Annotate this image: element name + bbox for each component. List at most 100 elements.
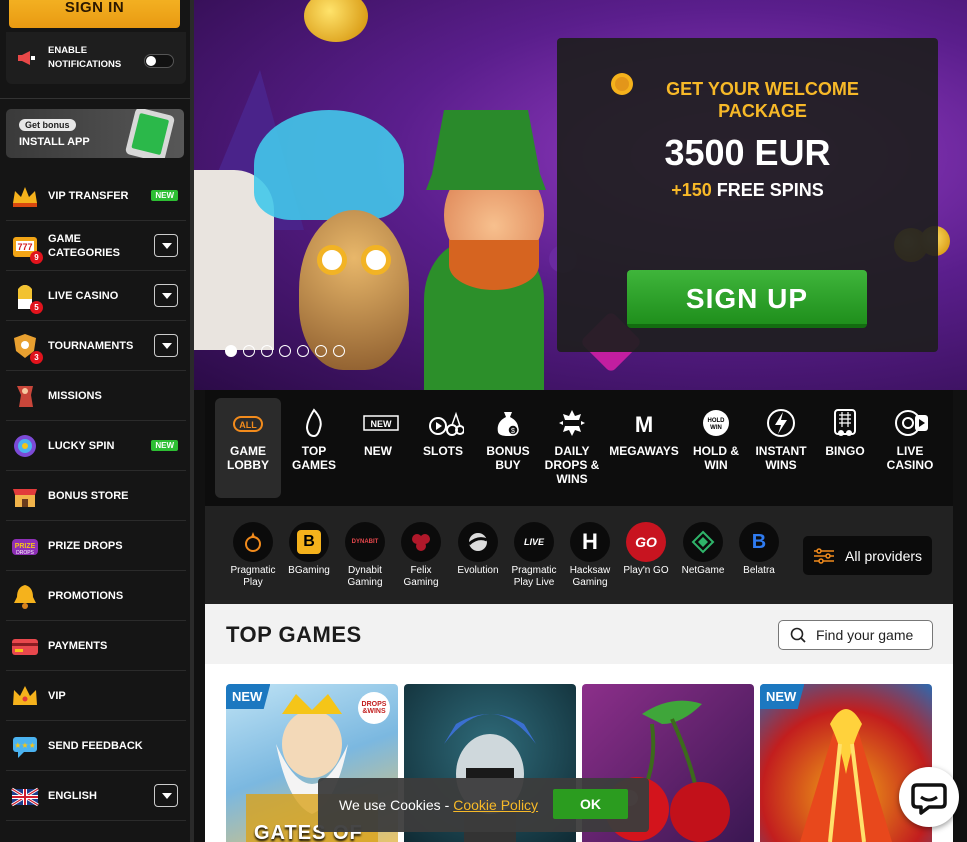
card-icon [10, 631, 40, 661]
sidebar-item-live-casino[interactable]: 5 LIVE CASINO [6, 271, 186, 321]
hero-banner[interactable]: GET YOUR WELCOME PACKAGE 3500 EUR +150 F… [194, 0, 967, 390]
sidebar-item-tournaments[interactable]: 3 TOURNAMENTS [6, 321, 186, 371]
sidebar-item-game-categories[interactable]: 777 9 GAME CATEGORIES [6, 221, 186, 271]
tab-new[interactable]: NEW NEW [345, 398, 411, 498]
chat-button[interactable] [899, 767, 959, 827]
store-icon [10, 481, 40, 511]
signup-button[interactable]: SIGN UP [627, 270, 867, 328]
carousel-dot[interactable] [225, 345, 237, 357]
carousel-dot[interactable] [261, 345, 273, 357]
all-providers-button[interactable]: All providers [803, 536, 932, 575]
dealer-icon: 5 [10, 281, 43, 314]
sidebar-item-label: ENGLISH [48, 789, 97, 802]
tab-instant-wins[interactable]: INSTANT WINS [748, 398, 814, 498]
carousel-dot[interactable] [333, 345, 345, 357]
provider-label: Felix Gaming [403, 565, 439, 588]
sidebar-item-prize-drops[interactable]: PRIZE DROPS PRIZE DROPS [6, 521, 186, 571]
get-bonus-pill: Get bonus [19, 119, 76, 131]
tab-hold-win[interactable]: HOLD WIN HOLD & WIN [683, 398, 749, 498]
install-app-banner[interactable]: Get bonus INSTALL APP [6, 109, 184, 158]
sidebar-item-promotions[interactable]: PROMOTIONS [6, 571, 186, 621]
svg-text:ALL: ALL [239, 420, 257, 430]
live-casino-icon [895, 408, 928, 438]
dynabit-icon: DYNABIT [345, 522, 385, 562]
cookie-policy-link[interactable]: Cookie Policy [453, 797, 538, 813]
sidebar-item-bonus-store[interactable]: BONUS STORE [6, 471, 186, 521]
tab-label: HOLD & WIN [693, 444, 739, 472]
notifications-toggle[interactable] [144, 54, 174, 68]
category-bar: ALL GAME LOBBY TOP GAMES NEW NEW SLOTS $ B… [205, 390, 953, 506]
signin-button[interactable]: SIGN IN [9, 0, 180, 28]
feedback-icon: ★★★ [10, 731, 40, 761]
sidebar-item-send-feedback[interactable]: ★★★ SEND FEEDBACK [6, 721, 186, 771]
svg-text:HOLD: HOLD [708, 418, 726, 424]
svg-text:$: $ [511, 428, 515, 435]
carousel-dot[interactable] [243, 345, 255, 357]
provider-label: Belatra [743, 565, 775, 576]
carousel-dots [225, 345, 345, 357]
new-badge: NEW [151, 440, 178, 451]
chevron-down-icon[interactable] [154, 284, 178, 307]
chat-icon [911, 783, 947, 815]
notifications-toggle-row: ENABLE NOTIFICATIONS [6, 32, 186, 84]
carousel-dot[interactable] [297, 345, 309, 357]
tab-label: BONUS BUY [486, 444, 530, 472]
search-input[interactable]: Find your game [778, 620, 933, 650]
svg-text:WIN: WIN [710, 425, 722, 431]
tab-daily-drops-wins[interactable]: DAILY DROPS & WINS [539, 398, 605, 498]
sidebar-item-missions[interactable]: MISSIONS [6, 371, 186, 421]
tab-live-casino[interactable]: LIVE CASINO [877, 398, 943, 498]
svg-text:M: M [635, 412, 653, 437]
carousel-dot[interactable] [279, 345, 291, 357]
svg-text:PRIZE: PRIZE [15, 543, 36, 550]
provider-pragmatic-live[interactable]: LIVE Pragmatic Play Live [506, 522, 562, 589]
tab-label: LIVE CASINO [886, 444, 934, 472]
chevron-down-icon[interactable] [154, 784, 178, 807]
tab-bonus-buy[interactable]: $ BONUS BUY [475, 398, 541, 498]
provider-evolution[interactable]: Evolution [450, 522, 506, 577]
provider-felix[interactable]: Felix Gaming [393, 522, 449, 589]
provider-label: NetGame [681, 565, 725, 576]
phone-icon [124, 109, 176, 158]
tab-label: MEGAWAYS [609, 444, 679, 458]
cookie-text: We use Cookies - [339, 797, 450, 813]
search-icon [790, 627, 806, 643]
sidebar: SIGN IN ENABLE NOTIFICATIONS Get bonus I… [0, 0, 194, 842]
provider-pragmatic-play[interactable]: Pragmatic Play [225, 522, 281, 589]
svg-text:777: 777 [17, 242, 32, 252]
shield-icon: 3 [10, 331, 43, 364]
provider-playngo[interactable]: GO Play'n GO [618, 522, 674, 577]
sidebar-item-label: BONUS STORE [48, 489, 129, 502]
provider-belatra[interactable]: B Belatra [731, 522, 787, 577]
new-badge: NEW [151, 190, 178, 201]
tab-label: GAME LOBBY [227, 444, 269, 472]
new-badge: NEW [226, 684, 271, 709]
cookie-ok-button[interactable]: OK [553, 789, 628, 819]
tab-top-games[interactable]: TOP GAMES [281, 398, 347, 498]
tab-megaways[interactable]: M MEGAWAYS [604, 398, 684, 498]
tab-bingo[interactable]: BINGO [812, 398, 878, 498]
tab-slots[interactable]: SLOTS [410, 398, 476, 498]
sidebar-item-english[interactable]: ENGLISH [6, 771, 186, 821]
provider-bgaming[interactable]: B BGaming [281, 522, 337, 577]
count-badge: 3 [30, 350, 43, 364]
welcome-spins: +150 FREE SPINS [671, 180, 824, 200]
welcome-amount: 3500 EUR [664, 132, 831, 173]
sidebar-item-vip-transfer[interactable]: VIP TRANSFER NEW [6, 171, 186, 221]
provider-hacksaw[interactable]: H Hacksaw Gaming [562, 522, 618, 589]
chevron-down-icon[interactable] [154, 234, 178, 257]
carousel-dot[interactable] [315, 345, 327, 357]
sidebar-item-lucky-spin[interactable]: LUCKY SPIN NEW [6, 421, 186, 471]
cherries-icon [428, 408, 465, 438]
tab-game-lobby[interactable]: ALL GAME LOBBY [215, 398, 281, 498]
sidebar-item-label: PRIZE DROPS [48, 539, 123, 552]
tab-label: SLOTS [422, 444, 463, 458]
sidebar-menu: VIP TRANSFER NEW 777 9 GAME CATEGORIES 5 … [6, 171, 186, 821]
money-bag-icon: $ [493, 408, 523, 438]
sidebar-item-payments[interactable]: PAYMENTS [6, 621, 186, 671]
sidebar-item-vip[interactable]: VIP [6, 671, 186, 721]
provider-dynabit[interactable]: DYNABIT Dynabit Gaming [337, 522, 393, 589]
playngo-icon: GO [626, 522, 666, 562]
chevron-down-icon[interactable] [154, 334, 178, 357]
provider-netgame[interactable]: NetGame [675, 522, 731, 577]
